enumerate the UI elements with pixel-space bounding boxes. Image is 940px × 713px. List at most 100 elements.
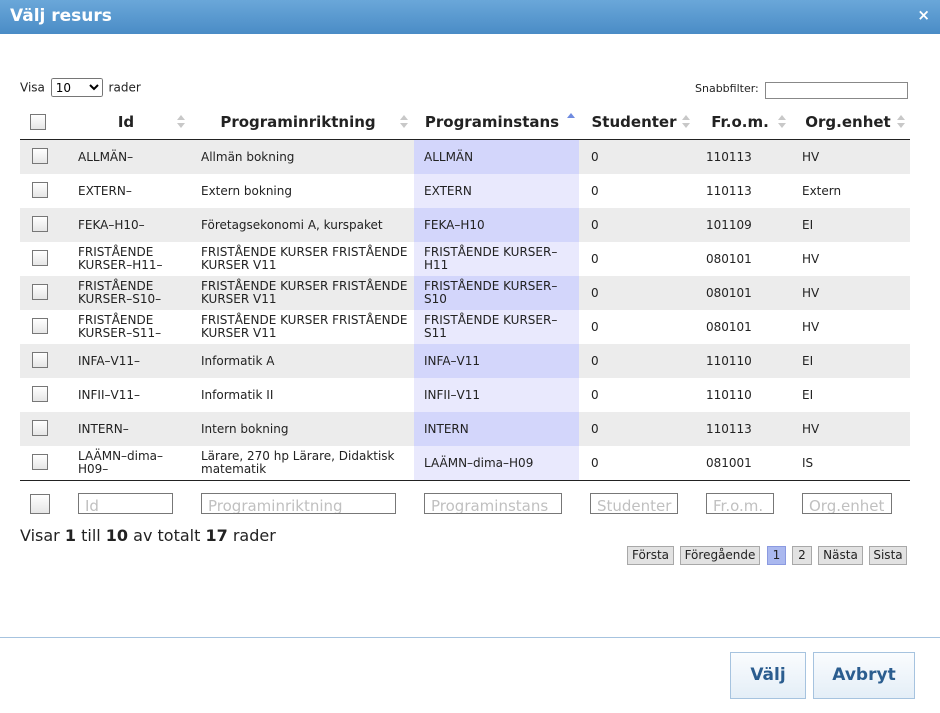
row-checkbox[interactable] <box>32 386 48 402</box>
cell-programinstans: INFII–V11 <box>424 387 480 402</box>
column-header-orgenhet[interactable]: Org.enhet <box>800 106 896 139</box>
length-control: Visa 10 rader <box>20 78 141 97</box>
column-header-programinriktning[interactable]: Programinriktning <box>198 106 398 139</box>
cell-programinriktning: FRISTÅENDE KURSER FRISTÅENDE KURSER V11 <box>201 279 408 306</box>
table-row[interactable]: FRISTÅENDE KURSER–S11– FRISTÅENDE KURSER… <box>20 310 910 344</box>
cell-programinriktning: Informatik II <box>201 387 274 402</box>
cell-programinstans: FRISTÅENDE KURSER–H11 <box>424 245 558 272</box>
cell-programinriktning: Allmän bokning <box>201 149 295 164</box>
cell-programinstans: INTERN <box>424 421 469 436</box>
cell-from: 080101 <box>706 319 752 334</box>
cell-id: INFII–V11– <box>78 387 140 402</box>
column-header-id[interactable]: Id <box>78 106 174 139</box>
filter-input-from[interactable]: Fr.o.m. <box>706 493 774 514</box>
row-checkbox[interactable] <box>32 250 48 266</box>
cell-from: 110110 <box>706 387 752 402</box>
cell-orgenhet: HV <box>802 251 820 266</box>
cell-studenter: 0 <box>591 421 599 436</box>
table-row[interactable]: FRISTÅENDE KURSER–H11– FRISTÅENDE KURSER… <box>20 242 910 276</box>
info-word: till <box>81 526 101 545</box>
table-row[interactable]: ALLMÄN– Allmän bokning ALLMÄN 0 110113 H… <box>20 140 910 174</box>
column-header-studenter[interactable]: Studenter <box>589 106 679 139</box>
filter-input-orgenhet[interactable]: Org.enhet <box>802 493 892 514</box>
row-checkbox[interactable] <box>32 454 48 470</box>
table-row[interactable]: EXTERN– Extern bokning EXTERN 0 110113 E… <box>20 174 910 208</box>
cancel-button[interactable]: Avbryt <box>813 652 915 699</box>
row-checkbox[interactable] <box>32 420 48 436</box>
cell-programinriktning: Intern bokning <box>201 421 289 436</box>
cell-orgenhet: Extern <box>802 183 842 198</box>
row-checkbox[interactable] <box>32 216 48 232</box>
column-label-from: Fr.o.m. <box>711 113 769 131</box>
cell-id: ALLMÄN– <box>78 149 134 164</box>
cell-studenter: 0 <box>591 183 599 198</box>
row-checkbox[interactable] <box>32 182 48 198</box>
length-select[interactable]: 10 <box>50 78 103 97</box>
cell-programinriktning: Lärare, 270 hp Lärare, Didaktisk matemat… <box>201 449 395 476</box>
pager-page-2-button[interactable]: 2 <box>792 546 812 565</box>
table-row[interactable]: INTERN– Intern bokning INTERN 0 110113 H… <box>20 412 910 446</box>
close-icon[interactable]: × <box>917 6 930 24</box>
sort-icon-from[interactable] <box>778 115 786 129</box>
table-footer-divider <box>20 480 910 481</box>
pager-next-button[interactable]: Nästa <box>818 546 863 565</box>
filter-input-studenter[interactable]: Studenter <box>590 493 678 514</box>
cell-orgenhet: EI <box>802 353 814 368</box>
cell-studenter: 0 <box>591 149 599 164</box>
dialog-footer-divider <box>0 637 940 638</box>
pager-page-1-button[interactable]: 1 <box>767 546 786 565</box>
cell-studenter: 0 <box>591 353 599 368</box>
select-all-checkbox[interactable] <box>30 114 46 130</box>
cell-programinstans: FRISTÅENDE KURSER–S10 <box>424 279 558 306</box>
table-info: Visar 1 till 10 av totalt 17 rader <box>20 526 276 545</box>
column-label-programinriktning: Programinriktning <box>220 113 376 131</box>
cell-from: 110110 <box>706 353 752 368</box>
cell-from: 080101 <box>706 251 752 266</box>
table-row[interactable]: LAÄMN–dima–H09– Lärare, 270 hp Lärare, D… <box>20 446 910 480</box>
pager-prev-button[interactable]: Föregående <box>680 546 760 565</box>
cell-programinriktning: Extern bokning <box>201 183 292 198</box>
cell-id: INFA–V11– <box>78 353 141 368</box>
column-header-programinstans[interactable]: Programinstans <box>422 106 562 139</box>
footer-checkbox[interactable] <box>30 494 50 514</box>
filter-input-programinriktning[interactable]: Programinriktning <box>201 493 396 514</box>
sort-asc-icon-programinstans[interactable] <box>567 113 575 127</box>
cell-programinriktning: FRISTÅENDE KURSER FRISTÅENDE KURSER V11 <box>201 313 408 340</box>
info-start: 1 <box>64 526 76 545</box>
table-row[interactable]: FRISTÅENDE KURSER–S10– FRISTÅENDE KURSER… <box>20 276 910 310</box>
table-row[interactable]: FEKA–H10– Företagsekonomi A, kurspaket F… <box>20 208 910 242</box>
row-checkbox[interactable] <box>32 284 48 300</box>
length-prefix: Visa <box>20 80 45 95</box>
row-checkbox[interactable] <box>32 148 48 164</box>
table-header: Id Programinriktning Programinstans Stud… <box>20 106 910 141</box>
filter-input-programinstans[interactable]: Programinstans <box>424 493 562 514</box>
cell-orgenhet: EI <box>802 387 814 402</box>
table-row[interactable]: INFA–V11– Informatik A INFA–V11 0 110110… <box>20 344 910 378</box>
sort-icon-studenter[interactable] <box>682 115 690 129</box>
cell-studenter: 0 <box>591 285 599 300</box>
cell-studenter: 0 <box>591 455 599 470</box>
cell-orgenhet: HV <box>802 285 820 300</box>
cell-programinstans: EXTERN <box>424 183 472 198</box>
quick-filter-input[interactable] <box>765 82 908 99</box>
cell-orgenhet: IS <box>802 455 814 470</box>
sort-icon-id[interactable] <box>177 115 185 129</box>
column-header-from[interactable]: Fr.o.m. <box>704 106 776 139</box>
cell-studenter: 0 <box>591 251 599 266</box>
row-checkbox[interactable] <box>32 318 48 334</box>
cell-id: EXTERN– <box>78 183 132 198</box>
filter-input-id[interactable]: Id <box>78 493 173 514</box>
cell-programinstans: LAÄMN–dima–H09 <box>424 455 534 470</box>
select-button[interactable]: Välj <box>730 652 806 699</box>
cell-programinstans: INFA–V11 <box>424 353 481 368</box>
column-label-studenter: Studenter <box>591 113 677 131</box>
column-label-orgenhet: Org.enhet <box>805 113 891 131</box>
pager-last-button[interactable]: Sista <box>869 546 907 565</box>
info-total: 17 <box>205 526 228 545</box>
pager-first-button[interactable]: Första <box>627 546 674 565</box>
cell-programinriktning: FRISTÅENDE KURSER FRISTÅENDE KURSER V11 <box>201 245 408 272</box>
sort-icon-orgenhet[interactable] <box>897 115 905 129</box>
row-checkbox[interactable] <box>32 352 48 368</box>
table-row[interactable]: INFII–V11– Informatik II INFII–V11 0 110… <box>20 378 910 412</box>
sort-icon-programinriktning[interactable] <box>400 115 408 129</box>
